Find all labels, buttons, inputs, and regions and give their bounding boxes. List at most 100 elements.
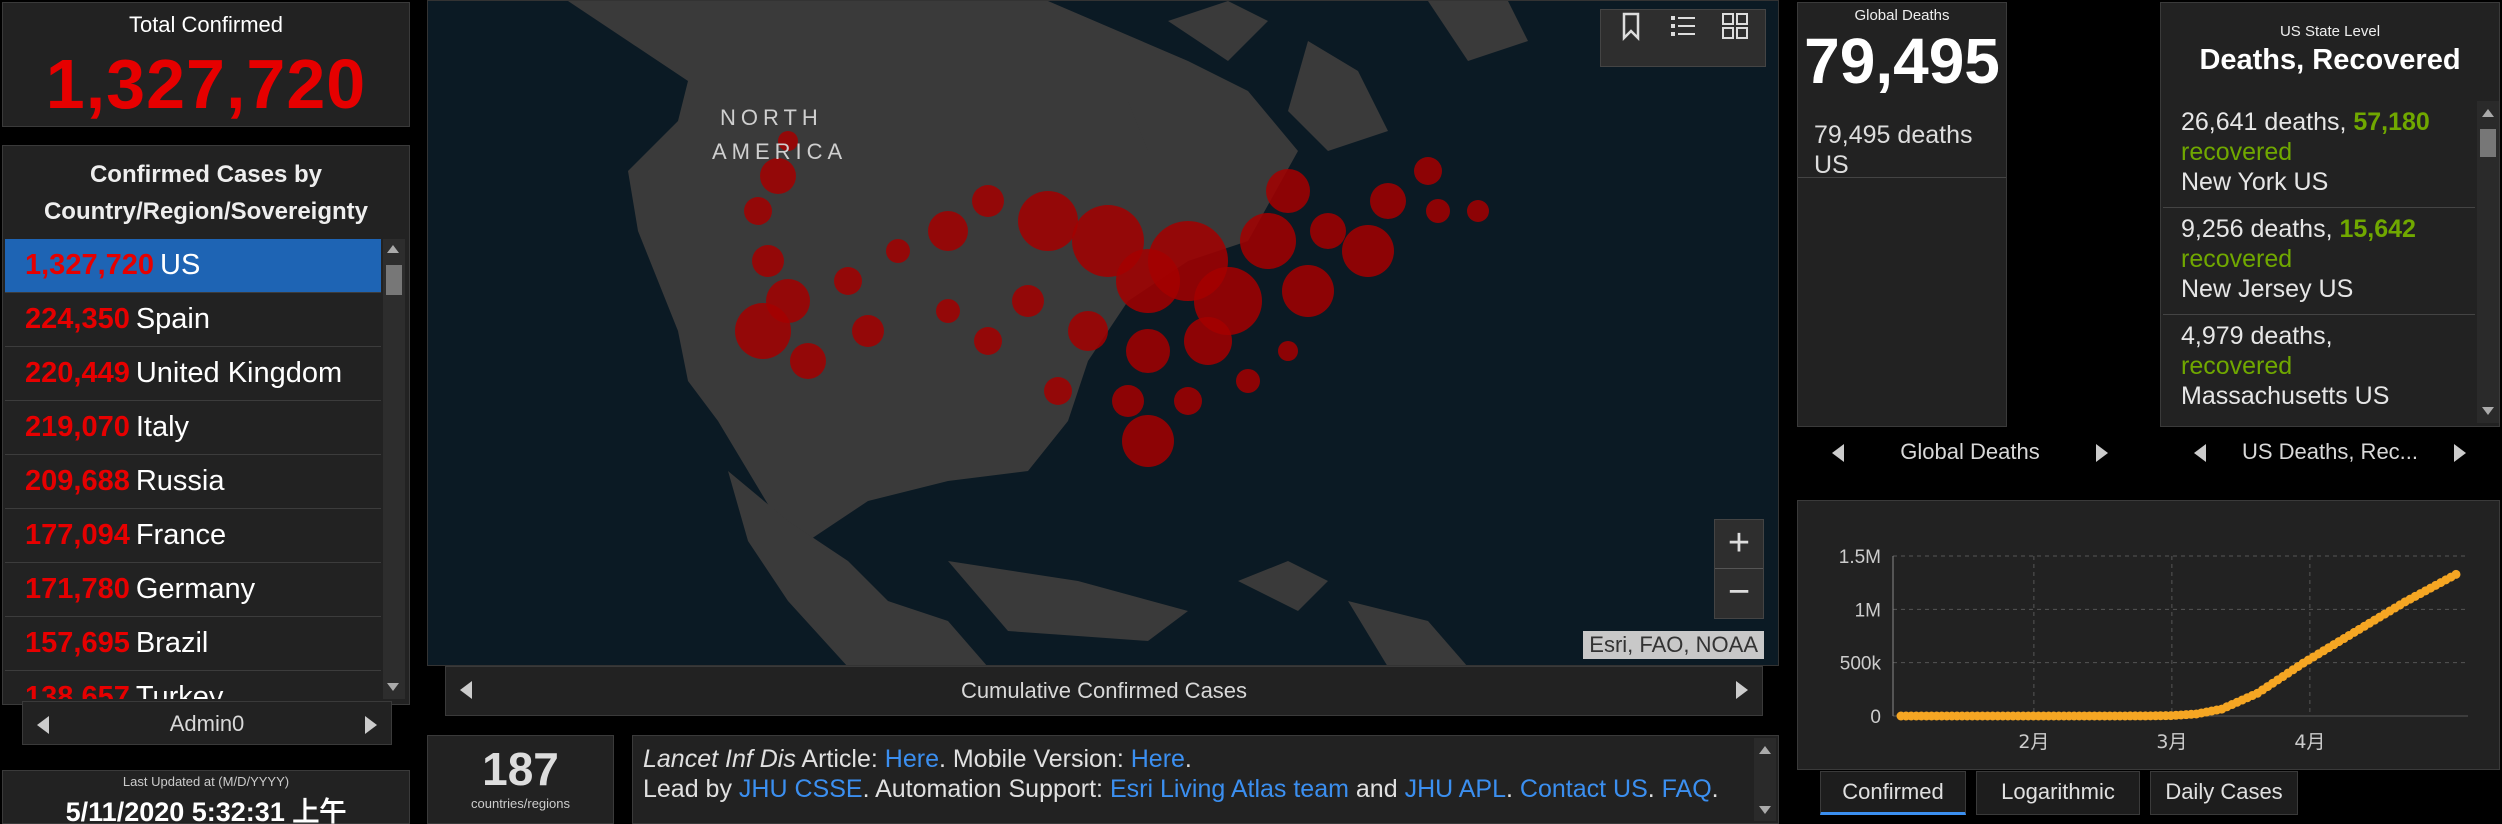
scroll-up-arrow-icon[interactable] [387, 245, 399, 253]
country-name: US [160, 249, 201, 281]
info-text: Article: [795, 745, 885, 773]
article-link[interactable]: Here [885, 745, 939, 773]
prev-arrow-icon[interactable] [460, 681, 472, 699]
basemap-gallery-icon[interactable] [1719, 10, 1751, 42]
next-arrow-icon[interactable] [2454, 444, 2466, 462]
country-row[interactable]: 209,688 Russia [5, 455, 381, 509]
info-line-2: Lead by JHU CSSE. Automation Support: Es… [643, 774, 1768, 804]
prev-arrow-icon[interactable] [2194, 444, 2206, 462]
country-row[interactable]: 138,657 Turkey [5, 671, 381, 699]
data-point [2451, 569, 2461, 579]
state-name: Massachusetts US [2181, 382, 2390, 410]
legend-list-icon[interactable] [1667, 10, 1699, 42]
us-state-panel: US State Level Deaths, Recovered 26,641 … [2160, 2, 2500, 427]
journal-name: Lancet Inf Dis [643, 745, 796, 773]
country-list-panel: Confirmed Cases by Country/Region/Sovere… [2, 145, 410, 705]
total-confirmed-label: Total Confirmed [128, 12, 284, 37]
country-row[interactable]: 171,780 Germany [5, 563, 381, 617]
cases-chart-panel: 0 500k 1M 1.5M 2月 3月 4月 [1797, 500, 2500, 770]
tab-confirmed[interactable]: Confirmed [1820, 771, 1966, 815]
list-item[interactable]: 26,641 deaths, 57,180 recovered New York… [2163, 101, 2475, 208]
scrollbar-thumb[interactable] [386, 265, 402, 295]
us-state-scrollbar[interactable] [2477, 101, 2499, 423]
zoom-in-button[interactable]: + [1715, 520, 1763, 569]
country-name: Brazil [135, 627, 209, 659]
country-row[interactable]: 224,350 Spain [5, 293, 381, 347]
info-text: . [1711, 775, 1719, 803]
next-arrow-icon[interactable] [2096, 444, 2108, 462]
jhu-csse-link[interactable]: JHU CSSE [739, 775, 863, 803]
mobile-version-link[interactable]: Here [1131, 745, 1185, 773]
state-deaths: 4,979 deaths, [2181, 322, 2333, 350]
state-recovered-word: recovered [2181, 138, 2293, 166]
map-attribution: Esri, FAO, NOAA [1583, 631, 1764, 659]
bookmark-icon[interactable] [1615, 10, 1647, 42]
next-arrow-icon[interactable] [365, 716, 377, 734]
zoom-out-button[interactable]: − [1715, 569, 1763, 618]
country-list-scrollbar[interactable] [383, 239, 405, 699]
scroll-down-arrow-icon[interactable] [1759, 806, 1771, 814]
contact-us-link[interactable]: Contact US [1520, 775, 1648, 803]
y-tick-label: 500k [1840, 654, 1882, 675]
country-name: Russia [135, 465, 225, 497]
x-tick-label: 3月 [2156, 731, 2187, 753]
country-name: United Kingdom [135, 357, 343, 389]
faq-link[interactable]: FAQ [1662, 775, 1712, 803]
tab-daily-cases[interactable]: Daily Cases [2150, 771, 2298, 815]
country-value: 177,094 [25, 519, 130, 551]
map-toolbar [1600, 9, 1766, 67]
info-text: . Mobile Version: [938, 745, 1131, 773]
country-value: 1,327,720 [25, 249, 155, 281]
us-state-list[interactable]: 26,641 deaths, 57,180 recovered New York… [2163, 101, 2475, 417]
scroll-down-arrow-icon[interactable] [387, 683, 399, 691]
country-row[interactable]: 157,695 Brazil [5, 617, 381, 671]
country-list[interactable]: 1,327,720 US 224,350 Spain 220,449 United K… [5, 239, 381, 699]
country-name: France [135, 519, 227, 551]
tab-logarithmic[interactable]: Logarithmic [1976, 771, 2140, 815]
country-value: 157,695 [25, 627, 130, 659]
prev-arrow-icon[interactable] [37, 716, 49, 734]
info-scrollbar[interactable] [1754, 738, 1776, 821]
list-item[interactable]: 4,979 deaths, recovered Massachusetts US [2163, 315, 2475, 417]
global-deaths-panel: Global Deaths 79,495 79,495 deaths US [1797, 2, 2007, 427]
us-state-footer-label: US Deaths, Rec... [2241, 439, 2419, 464]
x-tick-label: 2月 [2018, 731, 2049, 753]
esri-living-atlas-link[interactable]: Esri Living Atlas team [1110, 775, 1349, 803]
y-tick-label: 1M [1855, 600, 1881, 621]
map-footer-label: Cumulative Confirmed Cases [960, 678, 1248, 703]
state-recovered-word: recovered [2181, 352, 2293, 380]
country-row[interactable]: 220,449 United Kingdom [5, 347, 381, 401]
country-name: Turkey [135, 681, 224, 699]
scroll-up-arrow-icon[interactable] [1759, 746, 1771, 754]
country-name: Italy [135, 411, 190, 443]
info-text: Lead by [643, 775, 739, 803]
country-list-header: Confirmed Cases by Country/Region/Sovere… [3, 156, 409, 230]
global-deaths-item[interactable]: 79,495 deaths US [1798, 110, 2006, 179]
state-name: New Jersey US [2181, 275, 2354, 303]
map-canvas[interactable] [428, 1, 1779, 666]
cases-series-line [1900, 572, 2457, 718]
country-value: 224,350 [25, 303, 130, 335]
y-tick-label: 0 [1870, 707, 1881, 728]
country-count-panel: 187 countries/regions [427, 735, 614, 824]
scrollbar-thumb[interactable] [2480, 129, 2496, 157]
us-state-footer: US Deaths, Rec... [2180, 430, 2480, 474]
country-row[interactable]: 219,070 Italy [5, 401, 381, 455]
global-deaths-label: Global Deaths [1854, 7, 1950, 24]
map-view[interactable]: NORTH AMERICA + − Esri, FAO, NOAA [427, 0, 1779, 666]
next-arrow-icon[interactable] [1736, 681, 1748, 699]
map-footer: Cumulative Confirmed Cases [445, 666, 1763, 716]
country-row[interactable]: 1,327,720 US [5, 239, 381, 293]
country-name: Germany [135, 573, 256, 605]
last-updated-panel: Last Updated at (M/D/YYYY) 5/11/2020 5:3… [2, 770, 410, 824]
scroll-down-arrow-icon[interactable] [2482, 407, 2494, 415]
state-recovered-count: 15,642 [2339, 215, 2416, 243]
total-confirmed-panel: Total Confirmed 1,327,720 [2, 2, 410, 127]
scroll-up-arrow-icon[interactable] [2482, 109, 2494, 117]
list-item[interactable]: 9,256 deaths, 15,642 recovered New Jerse… [2163, 208, 2475, 315]
global-deaths-item-count: 79,495 deaths [1814, 121, 1973, 149]
info-text: . [1647, 775, 1662, 803]
prev-arrow-icon[interactable] [1832, 444, 1844, 462]
jhu-apl-link[interactable]: JHU APL [1405, 775, 1506, 803]
country-row[interactable]: 177,094 France [5, 509, 381, 563]
